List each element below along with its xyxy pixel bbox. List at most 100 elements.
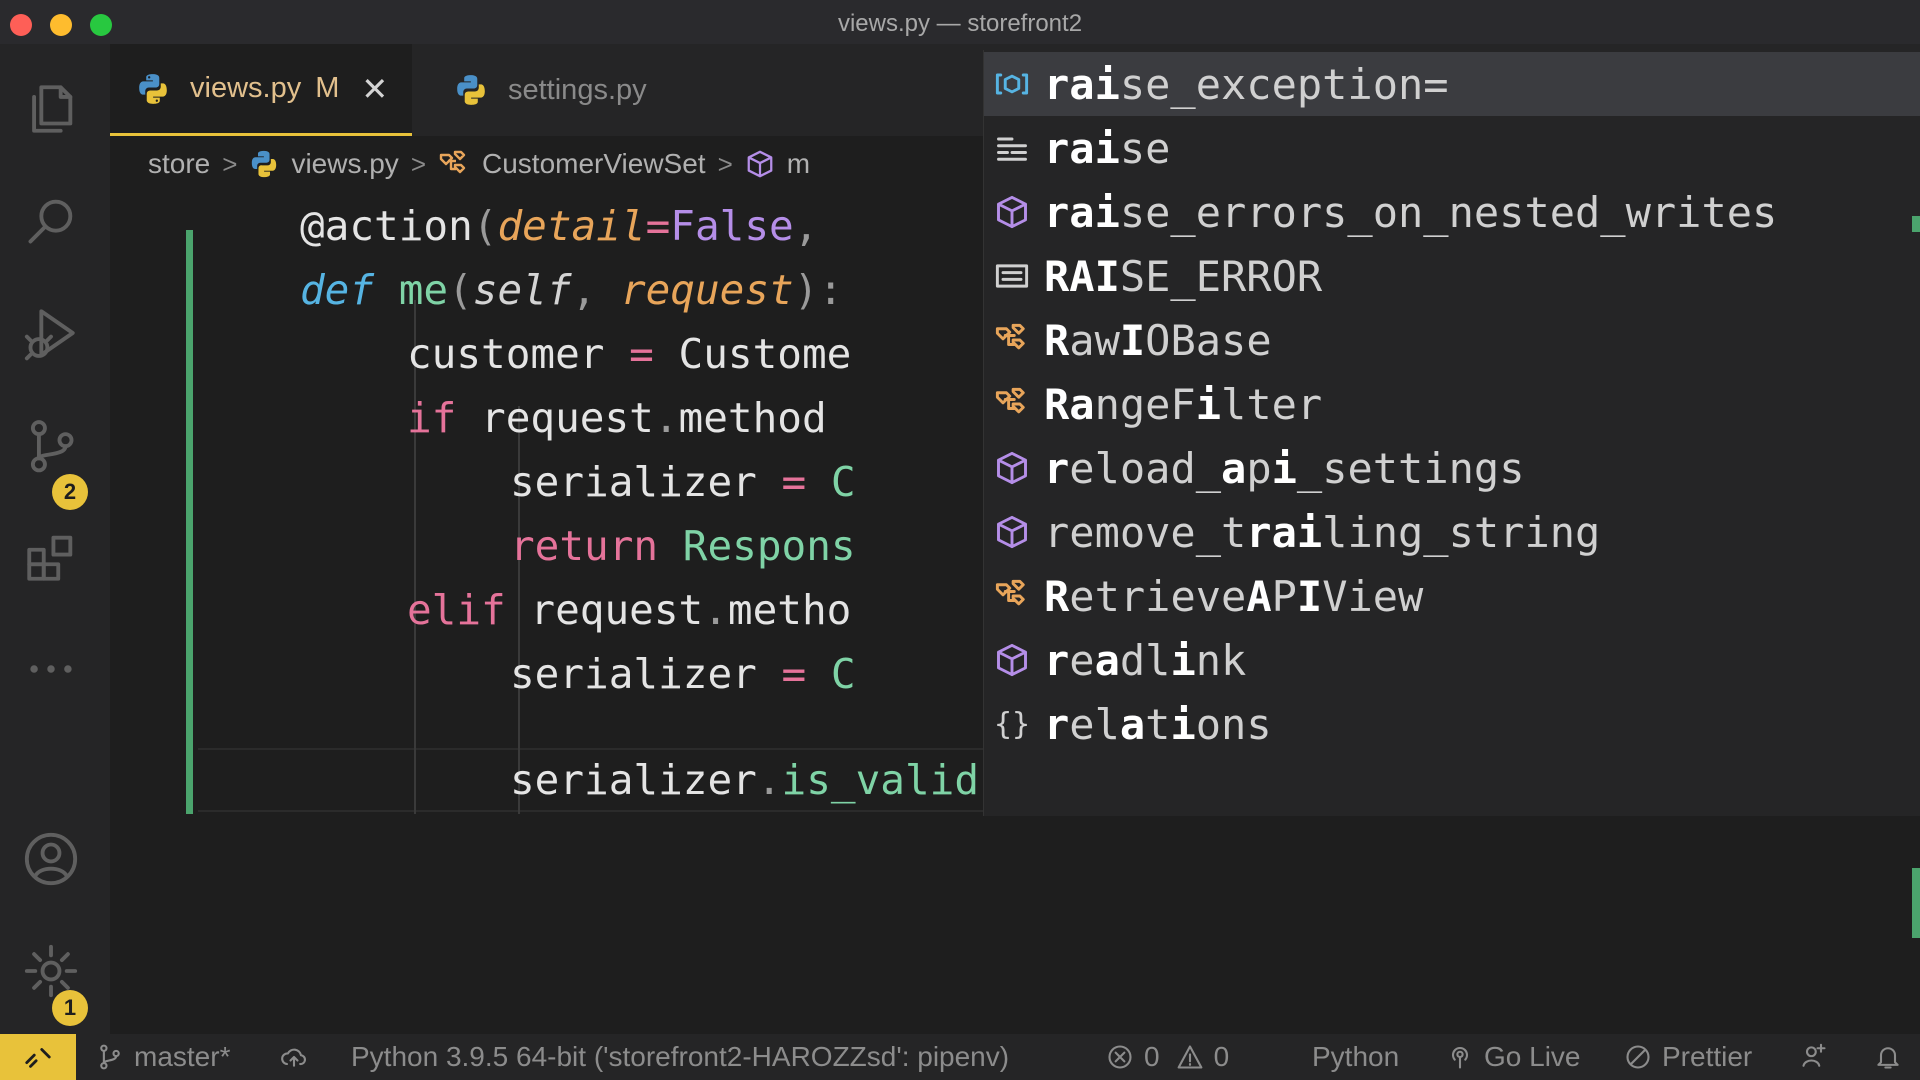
class-icon <box>992 384 1032 424</box>
sync-button[interactable] <box>280 1034 318 1080</box>
title-bar: views.py — storefront2 <box>0 0 1920 44</box>
suggestion-item[interactable]: rai se_errors_on_nested_writes <box>984 180 1920 244</box>
account-icon[interactable] <box>20 828 82 890</box>
param: request <box>620 266 794 314</box>
breadcrumb-item[interactable]: m <box>787 148 810 180</box>
error-count: 0 <box>1144 1041 1160 1072</box>
prettier-label: Prettier <box>1662 1041 1753 1072</box>
param: self <box>472 266 572 314</box>
problems-indicator[interactable]: 0 0 <box>1106 1034 1229 1080</box>
suggestion-match: rai <box>1044 59 1120 109</box>
go-live-button[interactable]: Go Live <box>1446 1034 1581 1080</box>
keyword: if <box>407 394 457 442</box>
suggestion-match: rai <box>1044 187 1120 237</box>
suggestion-item[interactable]: reload_api_settings <box>984 436 1920 500</box>
language-mode[interactable]: Python <box>1312 1034 1399 1080</box>
go-live-label: Go Live <box>1484 1041 1581 1072</box>
breadcrumb-item[interactable]: views.py <box>291 148 398 180</box>
status-bar: master* Python 3.9.5 64-bit ('storefront… <box>0 1034 1920 1080</box>
suggestion-item[interactable]: RetrieveAPIView <box>984 564 1920 628</box>
prettier-button[interactable]: Prettier <box>1624 1034 1752 1080</box>
method-cube-icon <box>992 448 1032 488</box>
tab-settings-py[interactable]: settings.py <box>440 44 720 136</box>
suggestion-item[interactable]: {} relations <box>984 692 1920 756</box>
branch-name: master* <box>134 1041 231 1072</box>
more-icon[interactable] <box>20 638 82 700</box>
method-cube-icon <box>992 640 1032 680</box>
suggestion-label: relations <box>1044 699 1272 749</box>
code-line: return Respons <box>510 514 856 578</box>
modified-indicator: M <box>315 72 340 104</box>
feedback-button[interactable] <box>1800 1034 1838 1080</box>
suggestion-rest: se_errors_on_nested_writes <box>1119 187 1778 237</box>
suggestion-rest: SE_ERROR <box>1119 251 1323 301</box>
suggestion-item[interactable]: readlink <box>984 628 1920 692</box>
suggestion-label: RangeFilter <box>1044 379 1323 429</box>
suggestion-item[interactable]: RAI SE_ERROR <box>984 244 1920 308</box>
identifier: metho <box>727 586 852 634</box>
suggestion-label: reload_api_settings <box>1044 443 1525 493</box>
punct: ( <box>472 202 498 250</box>
python-interpreter[interactable]: Python 3.9.5 64-bit ('storefront2-HAROZZ… <box>351 1034 1009 1080</box>
suggestion-rest: se <box>1119 123 1171 173</box>
close-tab-icon[interactable]: ✕ <box>361 70 388 108</box>
punct: . <box>703 586 728 634</box>
punct: . <box>756 756 782 804</box>
breadcrumb-item[interactable]: store <box>148 148 210 180</box>
punct: ): <box>793 266 844 314</box>
run-debug-icon[interactable] <box>20 302 82 364</box>
punct: , <box>793 202 819 250</box>
class-icon <box>992 576 1032 616</box>
suggestion-item[interactable]: rai se_exception= <box>984 52 1920 116</box>
module-braces-icon: {} <box>993 706 1031 742</box>
suggestion-rest: se_exception= <box>1119 59 1449 109</box>
constant-icon <box>992 256 1032 296</box>
identifier: Custome <box>678 330 852 378</box>
punct: , <box>571 266 621 314</box>
suggestion-label: readlink <box>1044 635 1247 685</box>
tab-label: settings.py <box>508 73 647 106</box>
chevron-right-icon: > <box>410 148 426 179</box>
python-icon <box>457 75 485 105</box>
warning-icon <box>1177 1045 1203 1069</box>
extensions-icon[interactable] <box>20 526 82 588</box>
overview-ruler-marker <box>1912 216 1920 232</box>
suggestion-item[interactable]: RangeFilter <box>984 372 1920 436</box>
remote-indicator[interactable] <box>0 1034 76 1080</box>
identifier: C <box>830 458 856 506</box>
suggestion-item[interactable]: rai se <box>984 116 1920 180</box>
cloud-upload-icon <box>281 1048 306 1067</box>
notifications-button[interactable] <box>1874 1034 1912 1080</box>
branch-indicator[interactable]: master* <box>96 1034 230 1080</box>
punct: ( <box>448 266 473 314</box>
code-editor[interactable]: @action(detail=False, def me(self, reque… <box>110 50 1920 1034</box>
suggestion-item[interactable]: RawIOBase <box>984 308 1920 372</box>
git-branch-icon <box>100 1044 120 1070</box>
window-title: views.py — storefront2 <box>837 10 1083 37</box>
tab-label: views.py <box>190 72 302 104</box>
code-line: elif request.metho <box>407 578 851 642</box>
keyword: return <box>510 522 659 570</box>
identifier: request <box>456 394 654 442</box>
operator: = <box>756 650 831 698</box>
activity-bar: 2 1 <box>0 44 110 1034</box>
suggestion-label: remove_trailing_string <box>1044 507 1601 557</box>
chevron-right-icon: > <box>717 148 733 179</box>
search-icon[interactable] <box>20 190 82 252</box>
files-icon[interactable] <box>20 78 82 140</box>
identifier: serializer <box>510 458 757 506</box>
modified-lines-gutter <box>186 230 193 814</box>
source-control-icon[interactable] <box>20 414 82 476</box>
keyword-icon <box>992 128 1032 168</box>
chevron-right-icon: > <box>222 148 238 179</box>
suggestion-match: RAI <box>1044 251 1120 301</box>
identifier: request <box>505 586 704 634</box>
suggestion-item[interactable]: remove_trailing_string <box>984 500 1920 564</box>
tab-views-py[interactable]: views.py M ✕ <box>110 44 412 136</box>
autocomplete-suggestions: rai se_exception= rai se rai se_errors_on_n… <box>983 50 1920 816</box>
decorator: @action <box>300 202 473 250</box>
code-line: if request.method <box>407 386 827 450</box>
operator: = <box>756 458 831 506</box>
breadcrumb-item[interactable]: CustomerViewSet <box>482 148 706 180</box>
